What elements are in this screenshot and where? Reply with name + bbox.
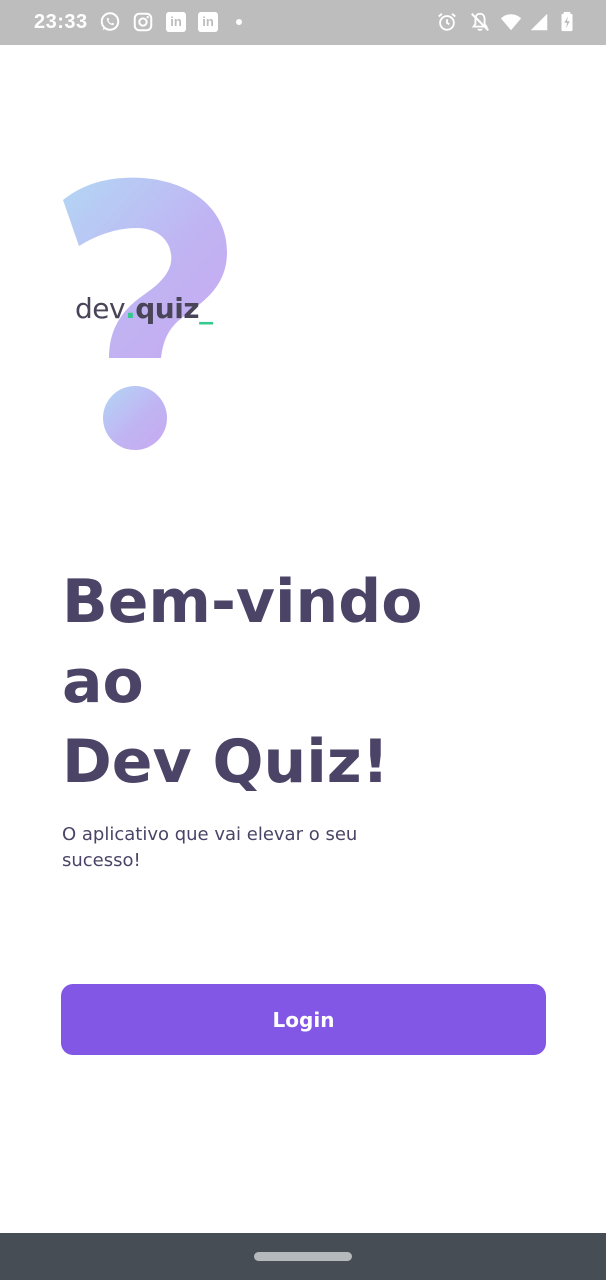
- logo-text-quiz: quiz: [135, 292, 200, 325]
- linkedin-icon: in: [166, 12, 186, 32]
- status-bar: 23:33 in in: [0, 0, 606, 45]
- welcome-heading: Bem-vindo ao Dev Quiz!: [62, 562, 522, 802]
- welcome-heading-line2: ao: [62, 647, 144, 717]
- alarm-icon: [436, 11, 458, 33]
- notifications-off-icon: [469, 11, 491, 33]
- logo-text-dev: dev: [75, 292, 126, 325]
- notification-dot: [236, 19, 242, 25]
- question-mark-icon: [63, 177, 227, 358]
- welcome-heading-line1: Bem-vindo: [62, 567, 423, 637]
- question-dot-shape: [103, 386, 167, 450]
- logo-text-underscore: _: [199, 292, 213, 325]
- linkedin-icon: in: [198, 12, 218, 32]
- logo-wordmark: dev.quiz_: [75, 292, 213, 325]
- welcome-subtitle: O aplicativo que vai elevar o seu sucess…: [62, 824, 358, 871]
- home-gesture-handle[interactable]: [254, 1252, 352, 1261]
- login-button[interactable]: Login: [61, 984, 546, 1055]
- navigation-bar: [0, 1233, 606, 1280]
- whatsapp-icon: [99, 11, 121, 33]
- battery-charging-icon: [556, 11, 578, 33]
- signal-icon: [528, 11, 550, 33]
- logo-text-dot: .: [125, 292, 136, 325]
- wifi-icon: [500, 11, 522, 33]
- instagram-icon: [132, 11, 154, 33]
- status-time: 23:33: [34, 11, 88, 33]
- welcome-heading-line3: Dev Quiz!: [62, 727, 390, 797]
